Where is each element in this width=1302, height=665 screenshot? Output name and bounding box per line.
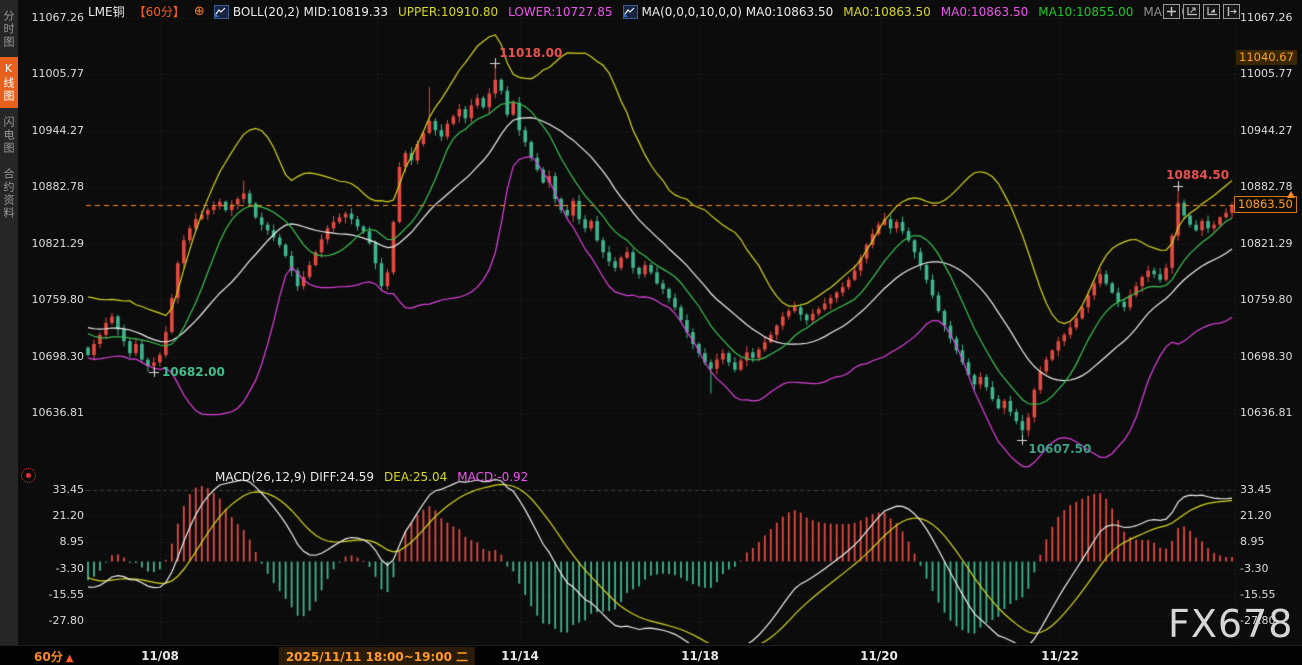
settings-icon[interactable]: ⊕ xyxy=(194,5,205,18)
macd-legend-item: MACD(26,12,9) DIFF:24.59 xyxy=(215,470,374,484)
sidebar-item-contract-info[interactable]: 合约资料 xyxy=(0,163,18,225)
legend-indicator-item: UPPER:10910.80 xyxy=(398,5,498,19)
price-tick-right: 10636.81 xyxy=(1240,406,1302,419)
macd-legend-item: DEA:25.04 xyxy=(384,470,447,484)
macd-tick-right: 8.95 xyxy=(1240,535,1302,548)
price-tick-right: 10698.30 xyxy=(1240,350,1302,363)
price-tick-left: 10759.80 xyxy=(22,293,84,306)
legend-indicator-text: MA0:10863.50 xyxy=(843,5,931,19)
chart-header-legend: LME铜 【60分】 ⊕ BOLL(20,2) MID:10819.33 UPPE… xyxy=(88,3,1197,20)
macd-legend: MACD(26,12,9) DIFF:24.59 DEA:25.04 MACD:-0… xyxy=(215,470,528,484)
price-tick-left: 11067.26 xyxy=(22,11,84,24)
macd-tick-right: 33.45 xyxy=(1240,483,1302,496)
price-extreme-annotation: 10884.50 xyxy=(1166,168,1229,182)
date-tick-label: 11/20 xyxy=(860,649,898,663)
legend-indicator-item: MA10:10855.00 xyxy=(1038,5,1133,19)
macd-tick-right: -3.30 xyxy=(1240,562,1302,575)
indicator-legend: BOLL(20,2) MID:10819.33 UPPER:10910.80 LOW… xyxy=(214,5,1197,19)
price-arrow-icon xyxy=(1287,191,1295,198)
price-extreme-annotation: 10682.00 xyxy=(162,365,225,379)
legend-indicator-item: MA(0,0,0,10,0,0) MA0:10863.50 xyxy=(623,5,834,19)
up-triangle-icon: ▲ xyxy=(66,653,74,664)
price-chart-canvas[interactable] xyxy=(0,0,1302,665)
macd-tick-right: 21.20 xyxy=(1240,509,1302,522)
current-bar-time-label: 2025/11/11 18:00~19:00 二 xyxy=(279,647,475,665)
price-tick-left: 10698.30 xyxy=(22,350,84,363)
chart-toolbar xyxy=(1163,4,1240,19)
date-tick-label: 11/14 xyxy=(501,649,539,663)
axis-scale-button[interactable] xyxy=(1203,4,1220,19)
symbol-label: LME铜 xyxy=(88,3,125,20)
date-tick-label: 11/08 xyxy=(141,649,179,663)
indicator-target-icon[interactable] xyxy=(21,468,36,483)
date-tick-label: 11/22 xyxy=(1041,649,1079,663)
sidebar: 分时图 K线图闪电图合约资料 xyxy=(0,0,18,645)
price-tick-right: 11005.77 xyxy=(1240,67,1302,80)
axis-zoom-button[interactable] xyxy=(1183,4,1200,19)
macd-tick-right: -15.55 xyxy=(1240,588,1302,601)
legend-indicator-text: MA10:10855.00 xyxy=(1038,5,1133,19)
price-tick-right: 10759.80 xyxy=(1240,293,1302,306)
legend-indicator-text: LOWER:10727.85 xyxy=(508,5,612,19)
macd-tick-left: -3.30 xyxy=(22,562,84,575)
legend-indicator-text: UPPER:10910.80 xyxy=(398,5,498,19)
session-high-label: 11040.67 xyxy=(1236,50,1297,65)
macd-tick-left: -15.55 xyxy=(22,588,84,601)
indicator-chart-icon[interactable] xyxy=(214,5,229,19)
crosshair-tool-button[interactable] xyxy=(1163,4,1180,19)
price-tick-left: 10636.81 xyxy=(22,406,84,419)
price-tick-right: 11067.26 xyxy=(1240,11,1302,24)
watermark: FX678 xyxy=(1168,602,1293,646)
time-axis-bar: 60分▲ 11/08 11/14 11/18 11/20 11/22 2025/11/11… xyxy=(0,645,1302,665)
pan-right-button[interactable] xyxy=(1223,4,1240,19)
legend-indicator-text: MA(0,0,0,10,0,0) MA0:10863.50 xyxy=(642,5,834,19)
legend-indicator-item: MA0:10863.50 xyxy=(941,5,1029,19)
price-tick-left: 10944.27 xyxy=(22,124,84,137)
last-price-box: 10863.50 xyxy=(1234,196,1297,213)
legend-indicator-text: BOLL(20,2) MID:10819.33 xyxy=(233,5,388,19)
indicator-chart-icon[interactable] xyxy=(623,5,638,19)
date-tick-label: 11/18 xyxy=(681,649,719,663)
macd-tick-left: 33.45 xyxy=(22,483,84,496)
trading-app: 分时图 K线图闪电图合约资料 LME铜 【60分】 ⊕ BOLL(20,2) MI… xyxy=(0,0,1302,665)
legend-indicator-item: LOWER:10727.85 xyxy=(508,5,612,19)
sidebar-item-lightning[interactable]: 闪电图 xyxy=(0,111,18,160)
price-tick-right: 10944.27 xyxy=(1240,124,1302,137)
macd-tick-left: 21.20 xyxy=(22,509,84,522)
price-tick-right: 10821.29 xyxy=(1240,237,1302,250)
macd-tick-left: -27.80 xyxy=(22,614,84,627)
sidebar-item-timeshare[interactable]: 分时图 xyxy=(0,5,18,54)
timeframe-selector[interactable]: 60分▲ xyxy=(34,648,73,665)
macd-legend-item: MACD:-0.92 xyxy=(457,470,528,484)
legend-indicator-text: MA0:10863.50 xyxy=(941,5,1029,19)
legend-indicator-item: BOLL(20,2) MID:10819.33 xyxy=(214,5,388,19)
price-tick-left: 11005.77 xyxy=(22,67,84,80)
sidebar-item-kline[interactable]: K线图 xyxy=(0,57,18,108)
legend-indicator-item: MA0:10863.50 xyxy=(843,5,931,19)
price-extreme-annotation: 10607.50 xyxy=(1028,442,1091,456)
macd-tick-left: 8.95 xyxy=(22,535,84,548)
period-label: 【60分】 xyxy=(134,3,185,20)
timeframe-label: 60分 xyxy=(34,650,63,664)
price-tick-left: 10821.29 xyxy=(22,237,84,250)
price-tick-left: 10882.78 xyxy=(22,180,84,193)
price-extreme-annotation: 11018.00 xyxy=(499,46,562,60)
